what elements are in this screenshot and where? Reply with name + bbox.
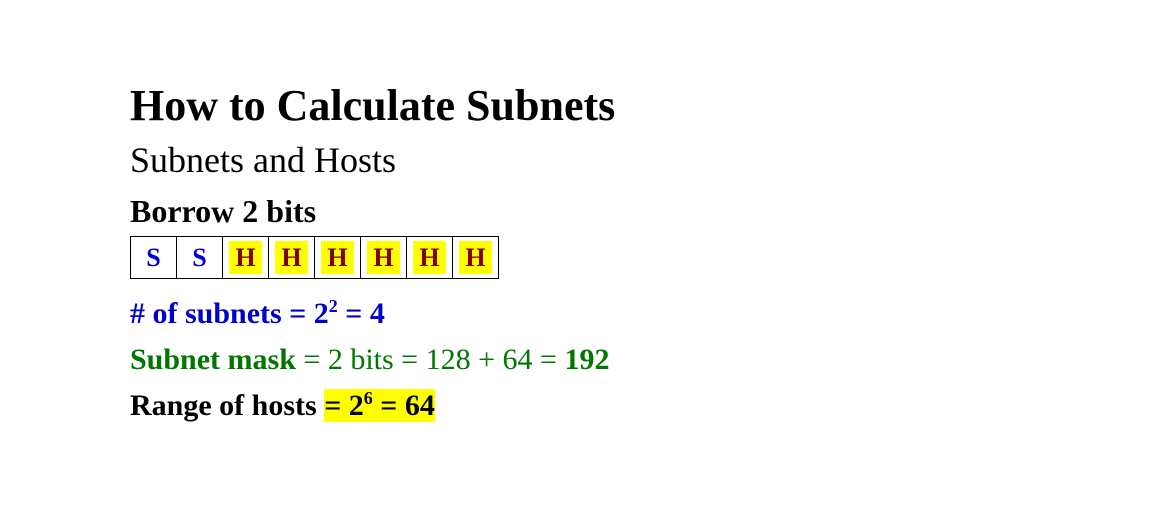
host-bit-cell: H xyxy=(223,237,269,279)
host-bit-cell: H xyxy=(269,237,315,279)
subnets-formula: # of subnets = 22 = 4 xyxy=(130,293,1150,335)
subnets-prefix: # of subnets = 2 xyxy=(130,297,329,330)
hosts-label: Range of hosts xyxy=(130,389,324,422)
hosts-suffix: = 64 xyxy=(373,389,435,422)
host-bit-cell: H xyxy=(453,237,499,279)
mask-middle: = 2 bits = 128 + 64 = xyxy=(296,343,565,376)
hosts-exponent: 6 xyxy=(364,388,373,408)
hosts-highlight: = 26 = 64 xyxy=(324,389,435,422)
host-bit-cell: H xyxy=(361,237,407,279)
hosts-formula: Range of hosts = 26 = 64 xyxy=(130,385,1150,427)
subnet-mask-formula: Subnet mask = 2 bits = 128 + 64 = 192 xyxy=(130,339,1150,381)
host-bit-highlight: H xyxy=(275,241,307,275)
subnet-bit-cell: S xyxy=(177,237,223,279)
mask-label: Subnet mask xyxy=(130,343,296,376)
subnet-bit-cell: S xyxy=(131,237,177,279)
mask-result: 192 xyxy=(564,343,609,376)
bit-table: S S H H H H H H xyxy=(130,236,499,279)
hosts-eq: = 2 xyxy=(324,389,364,422)
borrow-label: Borrow 2 bits xyxy=(130,193,1150,230)
host-bit-highlight: H xyxy=(229,241,261,275)
host-bit-highlight: H xyxy=(367,241,399,275)
host-bit-highlight: H xyxy=(459,241,491,275)
host-bit-highlight: H xyxy=(321,241,353,275)
subnets-exponent: 2 xyxy=(329,296,338,316)
subnets-suffix: = 4 xyxy=(338,297,385,330)
subtitle: Subnets and Hosts xyxy=(130,139,1150,181)
page-title: How to Calculate Subnets xyxy=(130,80,1150,131)
host-bit-highlight: H xyxy=(413,241,445,275)
host-bit-cell: H xyxy=(315,237,361,279)
host-bit-cell: H xyxy=(407,237,453,279)
